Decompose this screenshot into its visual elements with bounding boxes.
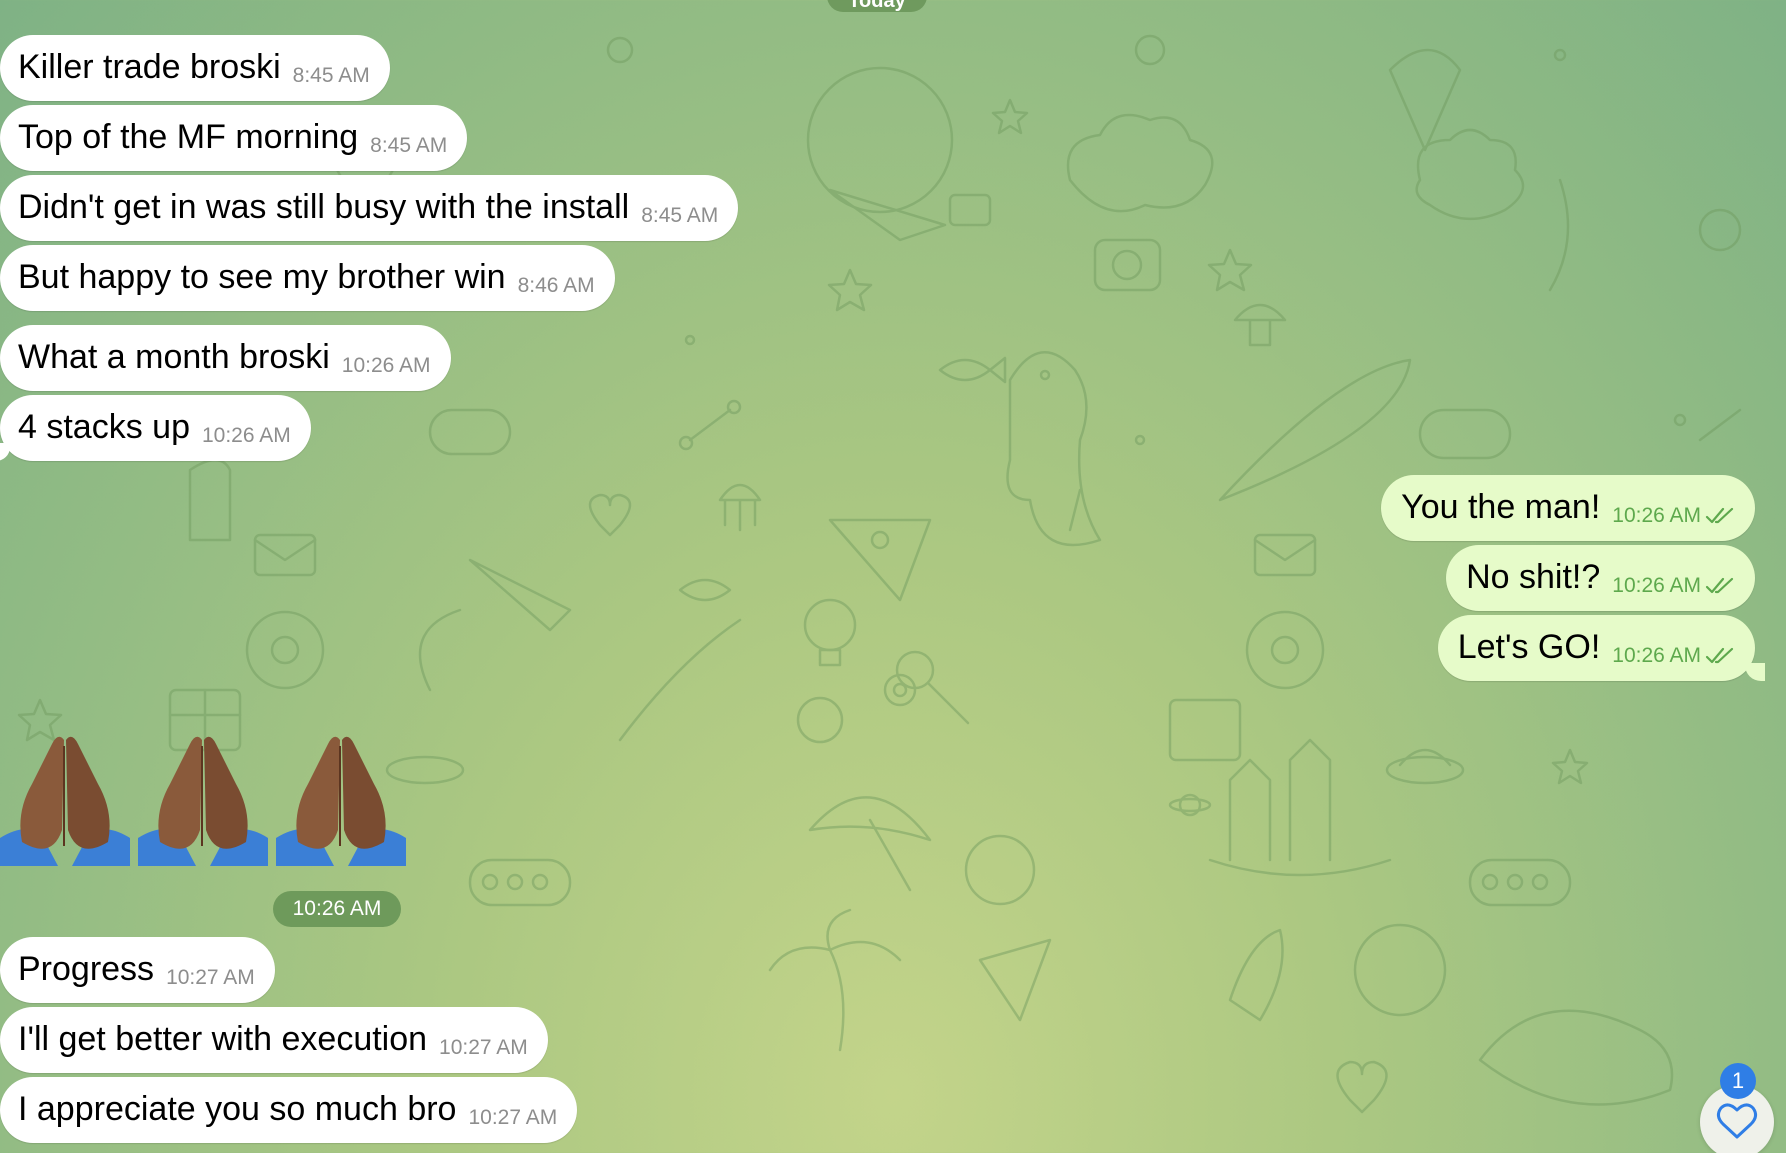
message-time: 10:26 AM <box>1612 504 1701 527</box>
message-text: I'll get better with execution <box>18 1019 428 1058</box>
read-checkmarks-icon <box>1705 647 1734 664</box>
date-header: Today <box>827 0 927 12</box>
incoming-message[interactable]: 4 stacks up 10:26 AM <box>0 395 311 461</box>
message-time: 8:45 AM <box>370 134 448 157</box>
outgoing-message[interactable]: You the man! 10:26 AM <box>1381 475 1755 541</box>
message-text: I appreciate you so much bro <box>18 1089 457 1128</box>
message-time: 8:46 AM <box>517 274 595 297</box>
outgoing-message[interactable]: No shit!? 10:26 AM <box>1446 545 1755 611</box>
emoji-message[interactable] <box>0 734 414 866</box>
incoming-message[interactable]: Progress 10:27 AM <box>0 937 275 1003</box>
read-checkmarks-icon <box>1705 577 1734 594</box>
message-time: 8:45 AM <box>292 64 370 87</box>
message-time: 10:27 AM <box>468 1106 558 1129</box>
message-text: Progress <box>18 949 155 988</box>
incoming-message[interactable]: Killer trade broski 8:45 AM <box>0 35 390 101</box>
message-time: 10:26 AM <box>1612 574 1701 597</box>
message-time: 10:26 AM <box>201 424 291 447</box>
message-text: But happy to see my brother win <box>18 257 506 296</box>
message-text: What a month broski <box>18 337 330 376</box>
outgoing-message[interactable]: Let's GO! 10:26 AM <box>1437 615 1766 681</box>
message-text: Let's GO! <box>1457 627 1601 666</box>
message-text: 4 stacks up <box>18 407 190 446</box>
emoji-message-time: 10:26 AM <box>273 891 401 927</box>
reaction-count-badge: 1 <box>1720 1063 1756 1099</box>
message-time: 10:27 AM <box>439 1036 528 1059</box>
incoming-message[interactable]: But happy to see my brother win 8:46 AM <box>0 245 615 311</box>
message-text: Killer trade broski <box>18 47 281 86</box>
folded-hands-emoji-icon <box>0 736 130 866</box>
message-time: 10:26 AM <box>341 354 431 377</box>
folded-hands-emoji-icon <box>138 736 268 866</box>
incoming-message[interactable]: Top of the MF morning 8:45 AM <box>0 105 468 171</box>
message-text: No shit!? <box>1466 557 1601 596</box>
message-text: You the man! <box>1401 487 1601 526</box>
message-text: Top of the MF morning <box>18 117 359 156</box>
incoming-message[interactable]: What a month broski 10:26 AM <box>0 325 451 391</box>
incoming-message[interactable]: I appreciate you so much bro 10:27 AM <box>0 1077 578 1143</box>
message-time: 8:45 AM <box>641 204 719 227</box>
incoming-message[interactable]: I'll get better with execution 10:27 AM <box>0 1007 548 1073</box>
incoming-message[interactable]: Didn't get in was still busy with the in… <box>0 175 739 241</box>
message-text: Didn't get in was still busy with the in… <box>18 187 630 226</box>
message-time: 10:26 AM <box>1612 644 1701 667</box>
message-time: 10:27 AM <box>166 966 255 989</box>
read-checkmarks-icon <box>1705 507 1734 524</box>
folded-hands-emoji-icon <box>276 736 406 866</box>
